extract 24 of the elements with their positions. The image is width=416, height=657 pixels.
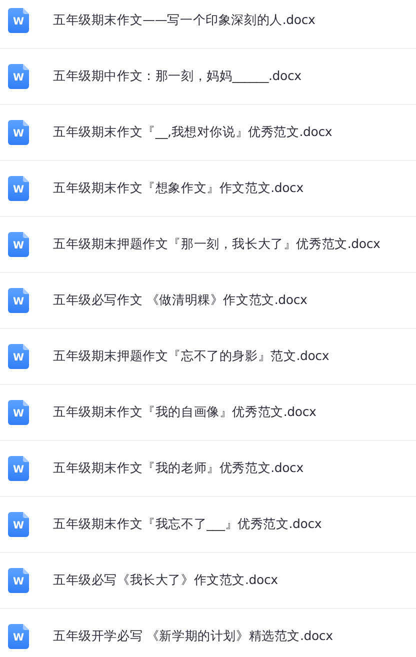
word-file-icon: W [8, 456, 29, 481]
word-file-icon: W [8, 176, 29, 201]
word-file-icon: W [8, 288, 29, 313]
file-name[interactable]: 五年级期末作文『想象作文』作文范文.docx [53, 179, 304, 198]
word-file-icon: W [8, 512, 29, 537]
file-name[interactable]: 五年级期末作文『我的自画像』优秀范文.docx [53, 403, 316, 422]
word-file-icon: W [8, 400, 29, 425]
word-file-icon: W [8, 344, 29, 369]
word-file-icon: W [8, 8, 29, 33]
word-file-icon: W [8, 232, 29, 257]
file-name[interactable]: 五年级开学必写 《新学期的计划》精选范文.docx [53, 627, 333, 646]
file-name[interactable]: 五年级期末作文——写一个印象深刻的人.docx [53, 11, 316, 30]
file-name[interactable]: 五年级期末作文『__,我想对你说』优秀范文.docx [53, 123, 332, 142]
file-name[interactable]: 五年级期末作文『我忘不了___』优秀范文.docx [53, 515, 322, 534]
file-name[interactable]: 五年级期末押题作文『那一刻，我长大了』优秀范文.docx [53, 235, 380, 254]
file-name[interactable]: 五年级必写作文 《做清明粿》作文范文.docx [53, 291, 308, 310]
word-file-icon: W [8, 64, 29, 89]
word-file-icon: W [8, 624, 29, 649]
file-name[interactable]: 五年级期中作文：那一刻，妈妈______.docx [53, 67, 302, 86]
file-name[interactable]: 五年级必写《我长大了》作文范文.docx [53, 571, 278, 590]
word-file-icon: W [8, 120, 29, 145]
word-file-icon: W [8, 568, 29, 593]
file-name[interactable]: 五年级期末作文『我的老师』优秀范文.docx [53, 459, 304, 478]
file-name[interactable]: 五年级期末押题作文『忘不了的身影』范文.docx [53, 347, 330, 366]
